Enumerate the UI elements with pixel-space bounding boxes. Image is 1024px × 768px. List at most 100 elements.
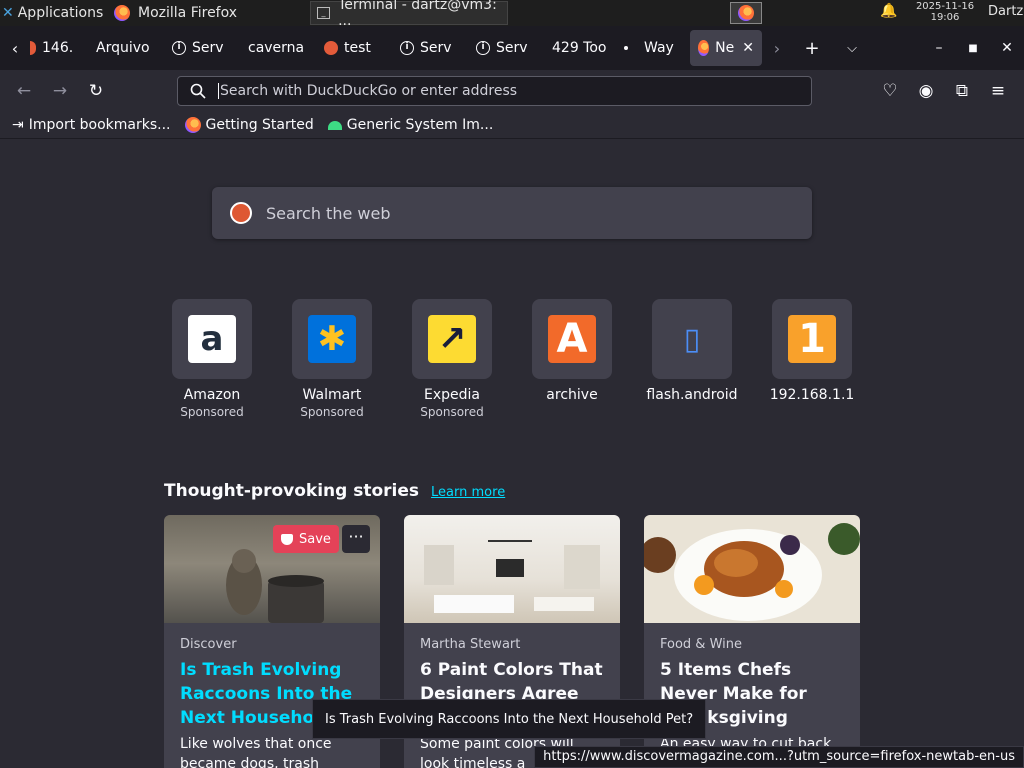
- taskbar-terminal-label: Terminal - dartz@vm3: ...: [338, 0, 497, 29]
- tab-8[interactable]: 429 Too: [544, 30, 616, 66]
- text-caret: [218, 83, 219, 99]
- bookmark-label: Import bookmarks...: [28, 117, 171, 133]
- tab-4[interactable]: caverna: [240, 30, 316, 66]
- bookmark-label: Getting Started: [205, 117, 314, 133]
- bookmark-getting-started[interactable]: Getting Started: [184, 117, 314, 133]
- amazon-logo-icon: a: [188, 315, 236, 363]
- shortcut-192-168-1-1[interactable]: 1 192.168.1.1: [752, 299, 872, 419]
- tab-7[interactable]: i Serv: [468, 30, 544, 66]
- archive-logo-icon: A: [548, 315, 596, 363]
- turkey-image: [644, 523, 860, 621]
- walmart-logo-icon: ✱: [308, 315, 356, 363]
- address-bar-placeholder: Search with DuckDuckGo or enter address: [220, 83, 518, 99]
- bookmark-label: Generic System Im...: [346, 117, 494, 133]
- top-sites: a Amazon Sponsored ✱ Walmart Sponsored ↗…: [152, 299, 872, 419]
- reload-icon[interactable]: ↻: [78, 75, 114, 107]
- shortcut-tile: A: [532, 299, 612, 379]
- tab-label: Arquivo: [96, 40, 150, 56]
- tab-new-tab-active[interactable]: Ne ✕: [690, 30, 762, 66]
- shortcut-amazon[interactable]: a Amazon Sponsored: [152, 299, 272, 419]
- shortcut-walmart[interactable]: ✱ Walmart Sponsored: [272, 299, 392, 419]
- shortcut-tile: ✱: [292, 299, 372, 379]
- story-source: Food & Wine: [660, 637, 742, 652]
- tab-label: 429 Too: [552, 40, 607, 56]
- router-logo-icon: 1: [788, 315, 836, 363]
- taskbar-terminal[interactable]: _ Terminal - dartz@vm3: ...: [310, 0, 508, 29]
- tab-close-icon[interactable]: ✕: [742, 40, 754, 56]
- shortcut-tile: ▯: [652, 299, 732, 379]
- stories-header: Thought-provoking stories Learn more: [164, 481, 505, 501]
- shortcut-title: archive: [546, 387, 598, 403]
- navigation-toolbar: ← → ↻ Search with DuckDuckGo or enter ad…: [0, 70, 1024, 112]
- user-menu[interactable]: Dartz: [988, 4, 1023, 19]
- maximize-icon[interactable]: ■: [956, 43, 990, 54]
- tab-9[interactable]: Way: [616, 30, 690, 66]
- pocket-icon[interactable]: ♡: [872, 75, 908, 107]
- forward-arrow-icon[interactable]: →: [42, 75, 78, 107]
- expedia-logo-icon: ↗: [428, 315, 476, 363]
- shortcut-sponsored-label: Sponsored: [300, 405, 364, 419]
- list-all-tabs-chevron-down-icon[interactable]: ⌵: [832, 41, 872, 56]
- story-source: Discover: [180, 637, 237, 652]
- shortcut-expedia[interactable]: ↗ Expedia Sponsored: [392, 299, 512, 419]
- tab-6[interactable]: i Serv: [392, 30, 468, 66]
- firefox-icon: [698, 40, 710, 56]
- clock-date: 2025-11-16: [915, 1, 975, 12]
- import-icon: ⇥: [12, 117, 24, 133]
- bell-icon[interactable]: 🔔: [880, 3, 897, 19]
- tab-label: Ne: [715, 40, 735, 56]
- clock[interactable]: 2025-11-16 19:06: [910, 1, 980, 23]
- back-arrow-icon[interactable]: ←: [6, 75, 42, 107]
- address-bar[interactable]: Search with DuckDuckGo or enter address: [177, 76, 812, 106]
- save-to-pocket-button[interactable]: Save: [273, 525, 339, 553]
- applications-label: Applications: [17, 5, 104, 21]
- tab-3[interactable]: i Serv: [164, 30, 240, 66]
- story-image: [644, 515, 860, 623]
- hamburger-menu-icon[interactable]: ≡: [980, 75, 1016, 107]
- tray-firefox[interactable]: [730, 2, 762, 24]
- extensions-icon[interactable]: ⧉: [944, 75, 980, 107]
- new-tab-page: Search the web a Amazon Sponsored ✱ Walm…: [0, 138, 1024, 768]
- tab-label: Serv: [192, 40, 224, 56]
- web-search-box[interactable]: Search the web: [212, 187, 812, 239]
- tabs-scroll-right-icon[interactable]: ›: [762, 39, 792, 58]
- taskbar-firefox[interactable]: Mozilla Firefox: [108, 1, 304, 25]
- shortcut-archive[interactable]: A archive: [512, 299, 632, 419]
- bookmark-import[interactable]: ⇥ Import bookmarks...: [12, 117, 171, 133]
- firefox-icon: [114, 5, 130, 21]
- info-icon: i: [476, 41, 490, 55]
- site-favicon-icon: [324, 41, 338, 55]
- story-body: Discover Is Trash Evolving Raccoons Into…: [164, 623, 380, 768]
- tab-2[interactable]: Arquivo: [88, 30, 164, 66]
- bookmark-generic-system[interactable]: Generic System Im...: [327, 117, 494, 133]
- minimize-icon[interactable]: –: [922, 40, 956, 56]
- more-options-button[interactable]: ···: [342, 525, 370, 553]
- phone-download-icon: ▯: [683, 321, 701, 357]
- account-icon[interactable]: ◉: [908, 75, 944, 107]
- shortcut-sponsored-label: Sponsored: [420, 405, 484, 419]
- learn-more-link[interactable]: Learn more: [431, 485, 505, 500]
- tab-1[interactable]: 146.: [30, 30, 88, 66]
- tab-label: Serv: [496, 40, 528, 56]
- applications-menu[interactable]: ✕ Applications: [0, 5, 108, 21]
- tab-5[interactable]: test: [316, 30, 392, 66]
- story-image: [404, 515, 620, 623]
- tabs-scroll-left-icon[interactable]: ‹: [0, 39, 30, 58]
- close-window-icon[interactable]: ✕: [990, 40, 1024, 56]
- terminal-icon: _: [317, 7, 331, 19]
- new-tab-plus-icon[interactable]: +: [792, 38, 832, 59]
- taskbar-firefox-label: Mozilla Firefox: [138, 5, 238, 21]
- search-icon: [190, 83, 206, 99]
- dot-icon: [624, 46, 628, 50]
- status-url: https://www.discovermagazine.com...?utm_…: [534, 746, 1024, 768]
- tab-strip: ‹ 146. Arquivo i Serv caverna test i Ser…: [0, 26, 1024, 70]
- shortcut-sponsored-label: Sponsored: [180, 405, 244, 419]
- toolbar-right: ♡ ◉ ⧉ ≡: [872, 75, 1016, 107]
- stories-title: Thought-provoking stories: [164, 481, 420, 501]
- xfce-logo-icon: ✕: [2, 5, 14, 21]
- shortcut-title: 192.168.1.1: [769, 387, 855, 403]
- tab-label: caverna: [248, 40, 305, 56]
- bookmarks-toolbar: ⇥ Import bookmarks... Getting Started Ge…: [0, 112, 1024, 138]
- shortcut-flash-android[interactable]: ▯ flash.android: [632, 299, 752, 419]
- story-excerpt: Like wolves that once became dogs, trash: [180, 736, 332, 768]
